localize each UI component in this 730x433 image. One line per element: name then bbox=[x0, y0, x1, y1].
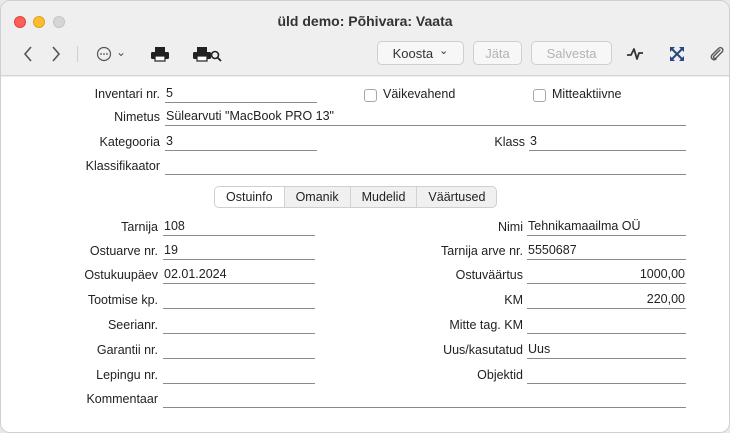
create-label: Koosta bbox=[392, 45, 434, 61]
invoice-nr-label: Ostuarve nr. bbox=[89, 244, 158, 258]
inventory-nr-label: Inventari nr. bbox=[94, 87, 160, 101]
serial-nr-label: Seerianr. bbox=[107, 318, 158, 332]
classifier-field[interactable] bbox=[165, 158, 686, 175]
tab-vaartused[interactable]: Väärtused bbox=[417, 187, 496, 207]
purchase-value-field[interactable]: 1000,00 bbox=[527, 267, 686, 284]
name-field[interactable]: Sülearvuti "MacBook PRO 13" bbox=[165, 109, 686, 126]
form-content: Inventari nr. 5 Väikevahend Mitteaktiivn… bbox=[1, 77, 729, 432]
invoice-nr-field[interactable]: 19 bbox=[163, 243, 315, 260]
purchase-date-label: Ostukuupäev bbox=[84, 268, 158, 282]
tab-omanik[interactable]: Omanik bbox=[285, 187, 351, 207]
chevron-left-icon bbox=[23, 46, 32, 62]
class-label: Klass bbox=[494, 135, 525, 149]
expand-button[interactable] bbox=[667, 41, 687, 67]
production-date-label: Tootmise kp. bbox=[87, 293, 158, 307]
paperclip-icon bbox=[710, 46, 724, 61]
printer-icon bbox=[151, 47, 169, 62]
inactive-label: Mitteaktiivne bbox=[552, 87, 622, 101]
expand-icon bbox=[670, 47, 684, 61]
more-chevron: ⌄ bbox=[115, 44, 127, 59]
small-tool-checkbox[interactable] bbox=[364, 89, 377, 102]
name-label: Nimetus bbox=[114, 110, 160, 124]
chevron-right-icon bbox=[52, 46, 61, 62]
tab-ostuinfo[interactable]: Ostuinfo bbox=[215, 187, 285, 207]
inventory-nr-field[interactable]: 5 bbox=[165, 86, 317, 103]
new-used-field[interactable]: Uus bbox=[527, 342, 686, 359]
warranty-nr-field[interactable] bbox=[163, 342, 315, 359]
activity-icon bbox=[627, 48, 643, 60]
category-label: Kategooria bbox=[99, 135, 160, 149]
production-date-field[interactable] bbox=[163, 292, 315, 309]
contract-nr-field[interactable] bbox=[163, 367, 315, 384]
comment-field[interactable] bbox=[163, 391, 686, 408]
supplier-name-label: Nimi bbox=[498, 220, 523, 234]
print-preview-button[interactable] bbox=[191, 41, 223, 67]
supplier-field[interactable]: 108 bbox=[163, 219, 315, 236]
purchase-date-field[interactable]: 02.01.2024 bbox=[163, 267, 315, 284]
non-refundable-vat-field[interactable] bbox=[527, 317, 686, 334]
class-field[interactable]: 3 bbox=[529, 134, 686, 151]
window-title: üld demo: Põhivara: Vaata bbox=[277, 13, 453, 29]
vat-field[interactable]: 220,00 bbox=[527, 292, 686, 309]
serial-nr-field[interactable] bbox=[163, 317, 315, 334]
supplier-label: Tarnija bbox=[121, 220, 158, 234]
warranty-nr-label: Garantii nr. bbox=[96, 343, 158, 357]
objects-label: Objektid bbox=[477, 368, 523, 382]
print-preview-icon bbox=[193, 47, 222, 62]
back-button[interactable] bbox=[19, 41, 37, 67]
titlebar: üld demo: Põhivara: Vaata ⌄ Koosta ⌄ Jät… bbox=[1, 1, 729, 76]
contract-nr-label: Lepingu nr. bbox=[96, 368, 158, 382]
tab-bar: Ostuinfo Omanik Mudelid Väärtused bbox=[214, 186, 498, 208]
small-tool-label: Väikevahend bbox=[383, 87, 456, 101]
classifier-label: Klassifikaator bbox=[85, 159, 160, 173]
inactive-checkbox[interactable] bbox=[533, 89, 546, 102]
create-chevron: ⌄ bbox=[439, 45, 449, 57]
more-actions-button[interactable]: ⌄ bbox=[91, 41, 131, 67]
app-window: üld demo: Põhivara: Vaata ⌄ Koosta ⌄ Jät… bbox=[0, 0, 730, 433]
toolbar-separator bbox=[77, 46, 78, 62]
comment-label: Kommentaar bbox=[86, 392, 158, 406]
forward-button[interactable] bbox=[47, 41, 65, 67]
ellipsis-circle-icon bbox=[96, 46, 112, 62]
leave-button[interactable]: Jäta bbox=[473, 41, 522, 65]
objects-field[interactable] bbox=[527, 367, 686, 384]
purchase-value-label: Ostuväärtus bbox=[455, 268, 523, 282]
create-button[interactable]: Koosta ⌄ bbox=[377, 41, 464, 65]
attachment-button[interactable] bbox=[707, 41, 727, 67]
tab-mudelid[interactable]: Mudelid bbox=[351, 187, 418, 207]
category-field[interactable]: 3 bbox=[165, 134, 317, 151]
print-button[interactable] bbox=[149, 41, 171, 67]
supplier-name-field[interactable]: Tehnikamaailma OÜ bbox=[527, 219, 686, 236]
vat-label: KM bbox=[504, 293, 523, 307]
save-button[interactable]: Salvesta bbox=[531, 41, 612, 65]
supplier-invoice-field[interactable]: 5550687 bbox=[527, 243, 686, 260]
non-refundable-vat-label: Mitte tag. KM bbox=[449, 318, 523, 332]
activity-button[interactable] bbox=[625, 41, 645, 67]
supplier-invoice-label: Tarnija arve nr. bbox=[441, 244, 523, 258]
new-used-label: Uus/kasutatud bbox=[443, 343, 523, 357]
